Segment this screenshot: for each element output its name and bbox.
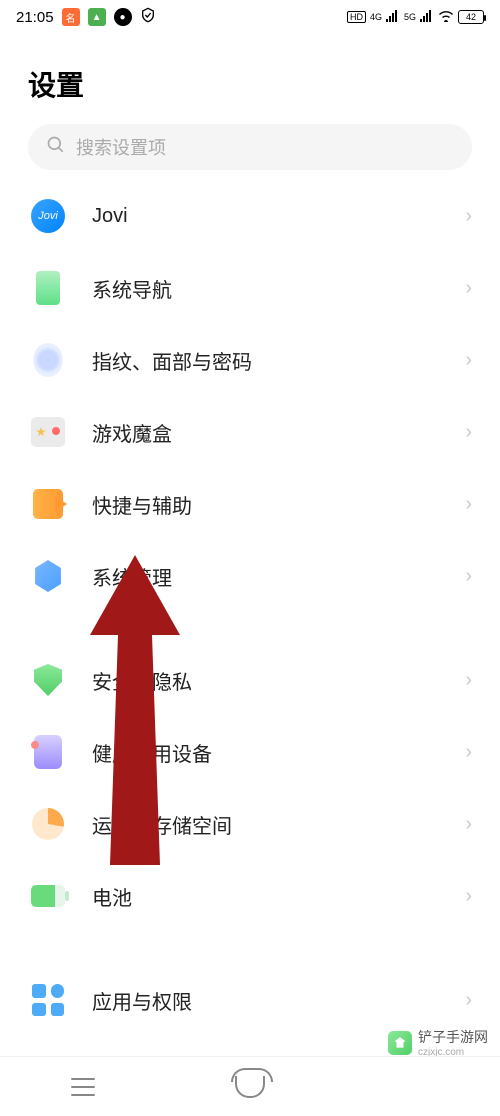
system-management-icon [30,558,66,594]
group-divider [0,612,500,644]
jovi-icon: Jovi [30,198,66,234]
item-label: 健康使用设备 [92,738,439,767]
network-5g: 5G [404,12,416,22]
list-item-fingerprint[interactable]: 指纹、面部与密码 › [0,324,500,396]
item-label: Jovi [92,205,439,228]
wifi-icon [438,9,454,26]
chevron-right-icon: › [465,885,472,908]
battery-icon [30,878,66,914]
list-item-system-navigation[interactable]: 系统导航 › [0,252,500,324]
list-item-apps[interactable]: 应用与权限 › [0,964,500,1036]
search-icon [46,135,66,160]
list-item-security[interactable]: 安全与隐私 › [0,644,500,716]
recent-apps-button[interactable] [63,1072,103,1102]
navigation-bar [0,1056,500,1116]
list-item-gamebox[interactable]: 游戏魔盒 › [0,396,500,468]
item-label: 系统管理 [92,562,439,591]
shield-status-icon [140,7,156,27]
item-label: 快捷与辅助 [92,490,439,519]
header: 设置 [0,34,500,124]
item-label: 运存与存储空间 [92,810,439,839]
search-bar[interactable]: 搜索设置项 [28,124,472,170]
signal-bars-icon [386,9,400,26]
item-label: 电池 [92,882,439,911]
signal-bars-icon-2 [420,9,434,26]
shortcut-icon [30,486,66,522]
hd-badge: HD [347,11,366,23]
item-label: 游戏魔盒 [92,418,439,447]
chevron-right-icon: › [465,421,472,444]
chevron-right-icon: › [465,669,472,692]
fingerprint-icon [30,342,66,378]
group-divider [0,932,500,964]
status-bar: 21:05 名 ▲ ● HD 4G 5G 42 [0,0,500,34]
chevron-right-icon: › [465,493,472,516]
chevron-right-icon: › [465,989,472,1012]
apps-icon [30,982,66,1018]
storage-icon [30,806,66,842]
page-title: 设置 [28,64,472,104]
watermark-logo-icon [388,1031,412,1055]
list-item-storage[interactable]: 运存与存储空间 › [0,788,500,860]
chevron-right-icon: › [465,277,472,300]
health-icon [30,734,66,770]
chevron-right-icon: › [465,741,472,764]
system-navigation-icon [30,270,66,306]
notification-icon-2: ▲ [88,8,106,26]
network-4g: 4G [370,12,382,22]
list-item-jovi[interactable]: Jovi Jovi › [0,180,500,252]
list-item-system-management[interactable]: 系统管理 › [0,540,500,612]
item-label: 应用与权限 [92,986,439,1015]
watermark-name: 铲子手游网 [418,1027,488,1047]
item-label: 指纹、面部与密码 [92,346,439,375]
chevron-right-icon: › [465,565,472,588]
status-left: 21:05 名 ▲ ● [16,7,156,27]
status-right: HD 4G 5G 42 [347,9,484,26]
list-item-shortcut[interactable]: 快捷与辅助 › [0,468,500,540]
chevron-right-icon: › [465,205,472,228]
item-label: 安全与隐私 [92,666,439,695]
settings-list: Jovi Jovi › 系统导航 › 指纹、面部与密码 › 游戏魔盒 › 快捷与… [0,170,500,1036]
security-icon [30,662,66,698]
gamebox-icon [30,414,66,450]
home-button[interactable] [230,1072,270,1102]
item-label: 系统导航 [92,274,439,303]
list-item-battery[interactable]: 电池 › [0,860,500,932]
list-item-health[interactable]: 健康使用设备 › [0,716,500,788]
chevron-right-icon: › [465,813,472,836]
battery-status-icon: 42 [458,10,484,24]
search-placeholder: 搜索设置项 [76,134,166,160]
chevron-right-icon: › [465,349,472,372]
notification-icon-1: 名 [62,8,80,26]
status-time: 21:05 [16,9,54,26]
notification-icon-3: ● [114,8,132,26]
watermark: 铲子手游网 czjxjc.com [388,1027,488,1058]
